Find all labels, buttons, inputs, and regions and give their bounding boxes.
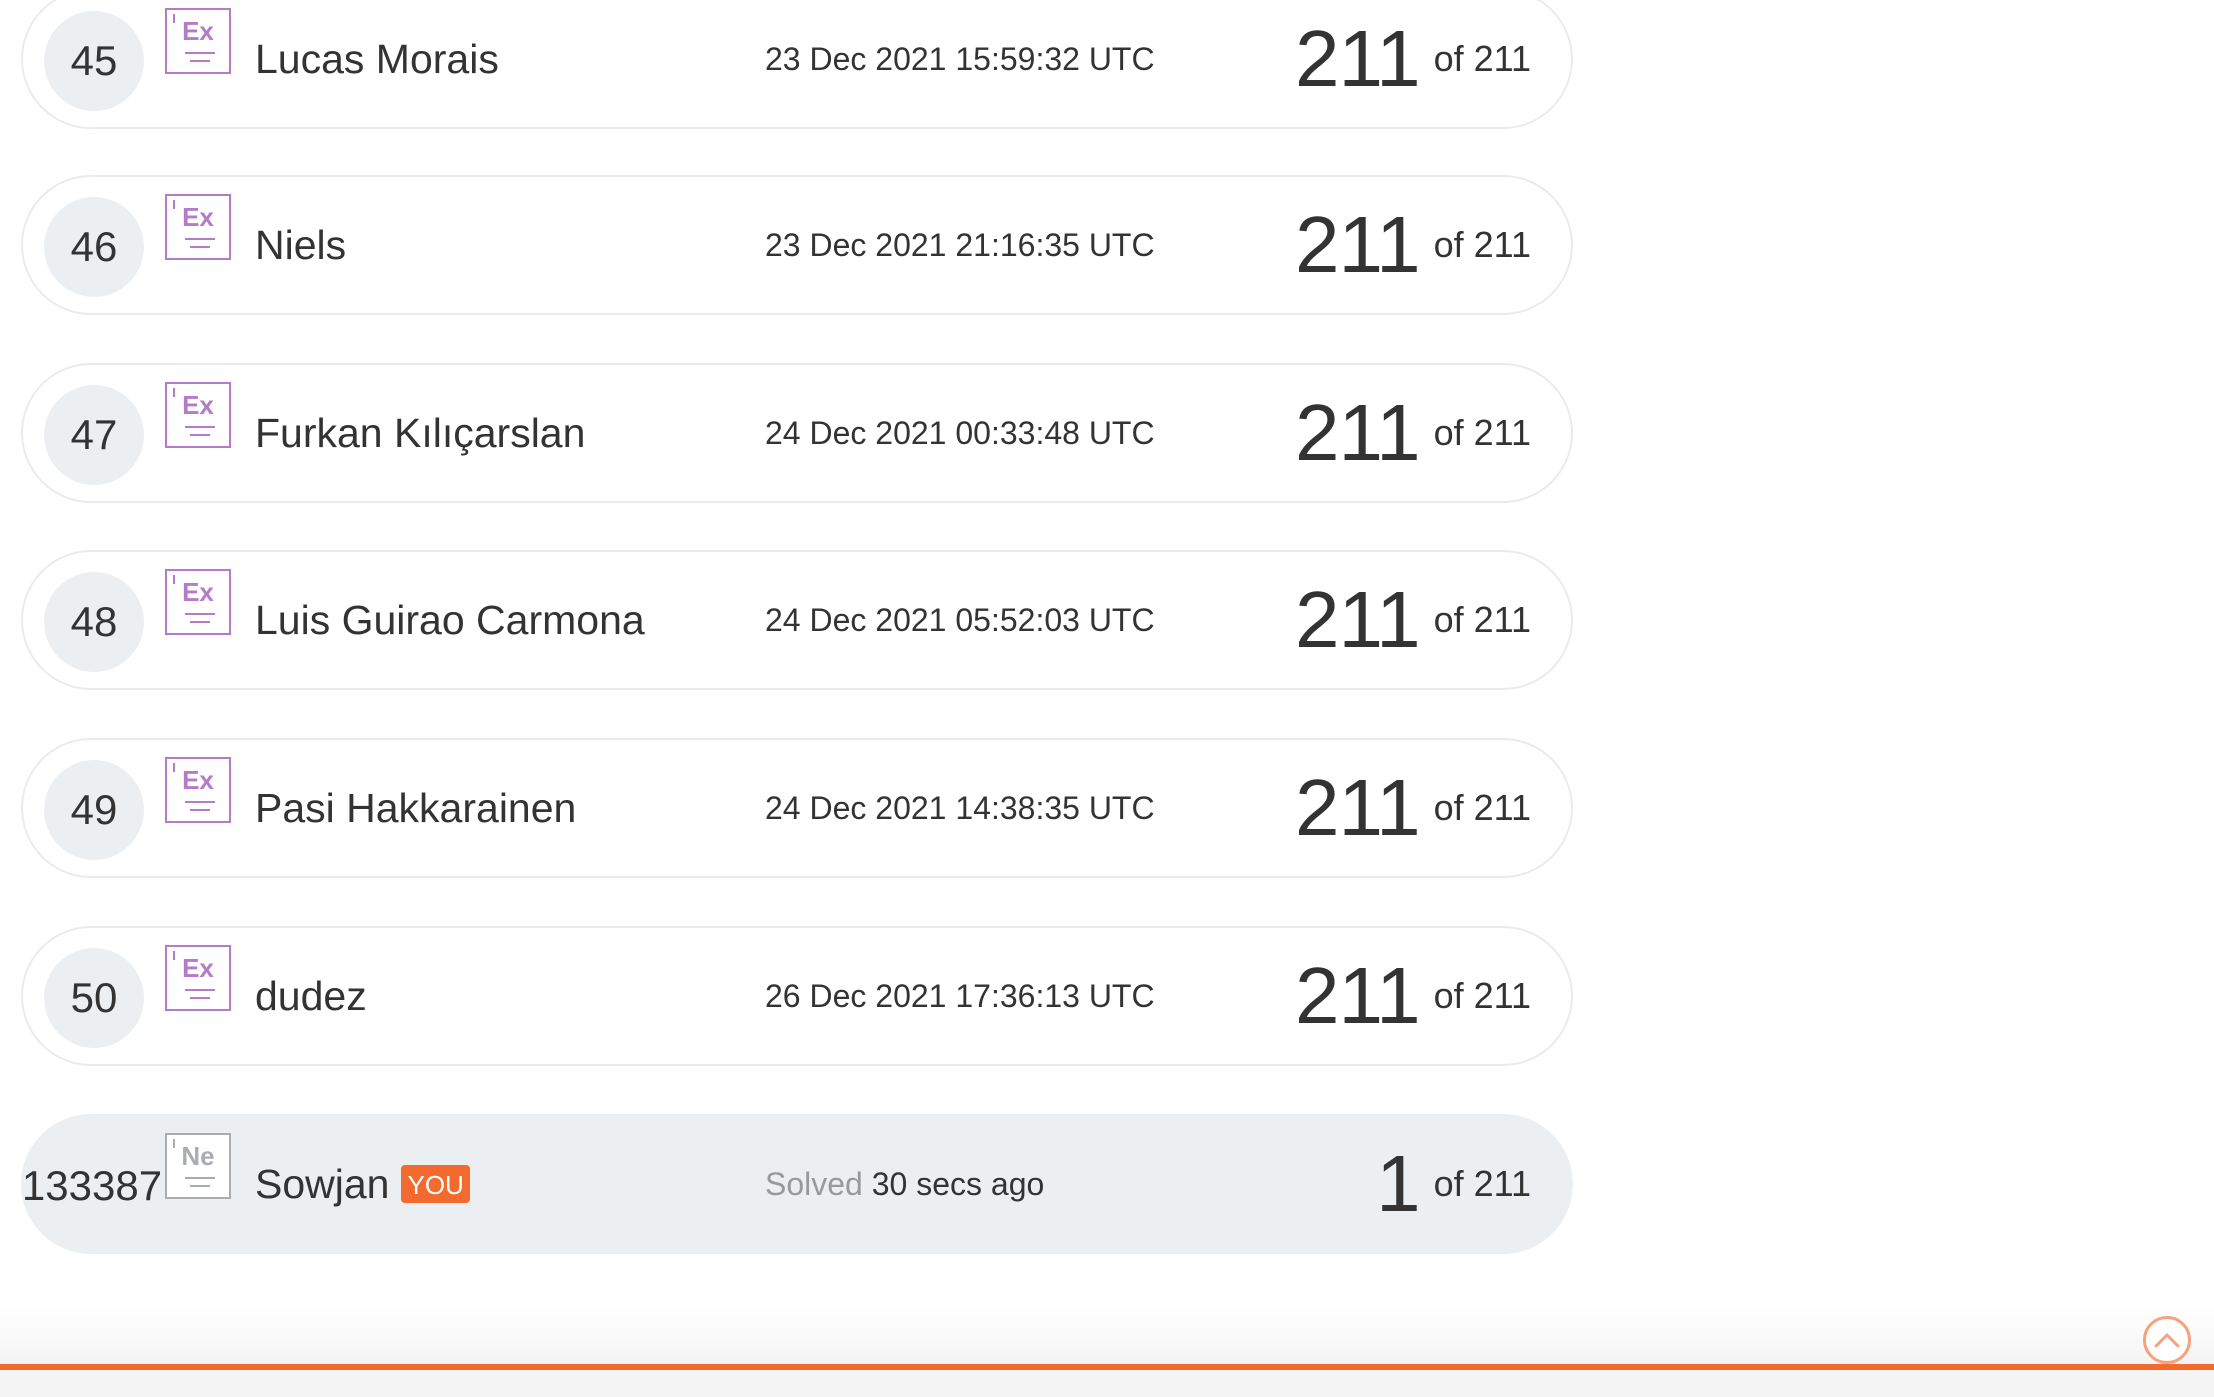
solved-ago: 30 secs ago [871, 1166, 1045, 1202]
level-badge-icon: Ne [165, 1133, 231, 1199]
scroll-to-top-button[interactable] [2143, 1316, 2191, 1364]
leaderboard-page: 45 Ex Lucas Morais 23 Dec 2021 15:59:32 … [0, 0, 2214, 1397]
level-badge-label: Ex [182, 765, 214, 795]
rank-number: 49 [44, 760, 144, 860]
leaderboard-row[interactable]: 46 Ex Niels 23 Dec 2021 21:16:35 UTC 211… [21, 175, 1573, 315]
completion-date: 23 Dec 2021 21:16:35 UTC [765, 227, 1155, 263]
chevron-up-icon [2154, 1333, 2180, 1348]
score-value: 1 [1376, 1139, 1420, 1228]
completion-date: 24 Dec 2021 05:52:03 UTC [765, 602, 1155, 638]
player-name[interactable]: Sowjan YOU [255, 1116, 470, 1252]
leaderboard-row[interactable]: 48 Ex Luis Guirao Carmona 24 Dec 2021 05… [21, 550, 1573, 690]
level-badge-label: Ex [182, 953, 214, 983]
score-total: of 211 [1433, 787, 1531, 828]
level-badge-icon: Ex [165, 8, 231, 74]
level-badge-label: Ex [182, 16, 214, 46]
level-badge-icon: Ex [165, 382, 231, 448]
score-value: 211 [1295, 200, 1421, 289]
rank-number: 50 [44, 948, 144, 1048]
rank-number: 48 [44, 572, 144, 672]
player-name[interactable]: dudez [255, 928, 367, 1064]
score: 211 of 211 [1295, 552, 1531, 688]
score-total: of 211 [1433, 975, 1531, 1016]
you-badge: YOU [401, 1165, 470, 1204]
rank-number: 133387 [21, 1162, 163, 1209]
level-badge-label: Ex [182, 202, 214, 232]
score: 211 of 211 [1295, 928, 1531, 1064]
player-name[interactable]: Furkan Kılıçarslan [255, 365, 585, 501]
solved-label: Solved [765, 1166, 863, 1202]
score-value: 211 [1295, 575, 1421, 664]
leaderboard-row[interactable]: 47 Ex Furkan Kılıçarslan 24 Dec 2021 00:… [21, 363, 1573, 503]
score: 211 of 211 [1295, 740, 1531, 876]
score: 211 of 211 [1295, 365, 1531, 501]
score: 1 of 211 [1376, 1116, 1531, 1252]
level-badge-icon: Ex [165, 757, 231, 823]
score-total: of 211 [1433, 38, 1531, 79]
solved-time: Solved 30 secs ago [765, 1116, 1044, 1252]
completion-date: 26 Dec 2021 17:36:13 UTC [765, 978, 1155, 1014]
level-badge-icon: Ex [165, 569, 231, 635]
level-badge-label: Ne [181, 1141, 215, 1171]
rank-number: 46 [44, 197, 144, 297]
score-value: 211 [1295, 14, 1421, 103]
score-total: of 211 [1433, 224, 1531, 265]
completion-date: 24 Dec 2021 14:38:35 UTC [765, 790, 1155, 826]
player-name[interactable]: Lucas Morais [255, 0, 499, 127]
level-badge-icon: Ex [165, 945, 231, 1011]
score-total: of 211 [1433, 599, 1531, 640]
score-value: 211 [1295, 388, 1421, 477]
footer-area [0, 1370, 2214, 1397]
score-total: of 211 [1433, 1163, 1531, 1204]
player-name-text: Sowjan [255, 1161, 390, 1207]
player-name[interactable]: Pasi Hakkarainen [255, 740, 576, 876]
rank-number: 47 [44, 385, 144, 485]
level-badge-label: Ex [182, 577, 214, 607]
player-name[interactable]: Niels [255, 177, 346, 313]
completion-date: 24 Dec 2021 00:33:48 UTC [765, 415, 1155, 451]
player-name[interactable]: Luis Guirao Carmona [255, 552, 645, 688]
score-value: 211 [1295, 763, 1421, 852]
footer-fade [0, 1305, 2214, 1365]
leaderboard-row[interactable]: 45 Ex Lucas Morais 23 Dec 2021 15:59:32 … [21, 0, 1573, 129]
score-value: 211 [1295, 951, 1421, 1040]
score-total: of 211 [1433, 412, 1531, 453]
current-user-row[interactable]: 133387 Ne Sowjan YOU Solved 30 secs ago 1… [21, 1114, 1573, 1254]
level-badge-label: Ex [182, 390, 214, 420]
leaderboard-row[interactable]: 50 Ex dudez 26 Dec 2021 17:36:13 UTC 211… [21, 926, 1573, 1066]
score: 211 of 211 [1295, 0, 1531, 127]
completion-date: 23 Dec 2021 15:59:32 UTC [765, 41, 1155, 77]
rank-number: 45 [44, 11, 144, 111]
leaderboard-row[interactable]: 49 Ex Pasi Hakkarainen 24 Dec 2021 14:38… [21, 738, 1573, 878]
score: 211 of 211 [1295, 177, 1531, 313]
level-badge-icon: Ex [165, 194, 231, 260]
